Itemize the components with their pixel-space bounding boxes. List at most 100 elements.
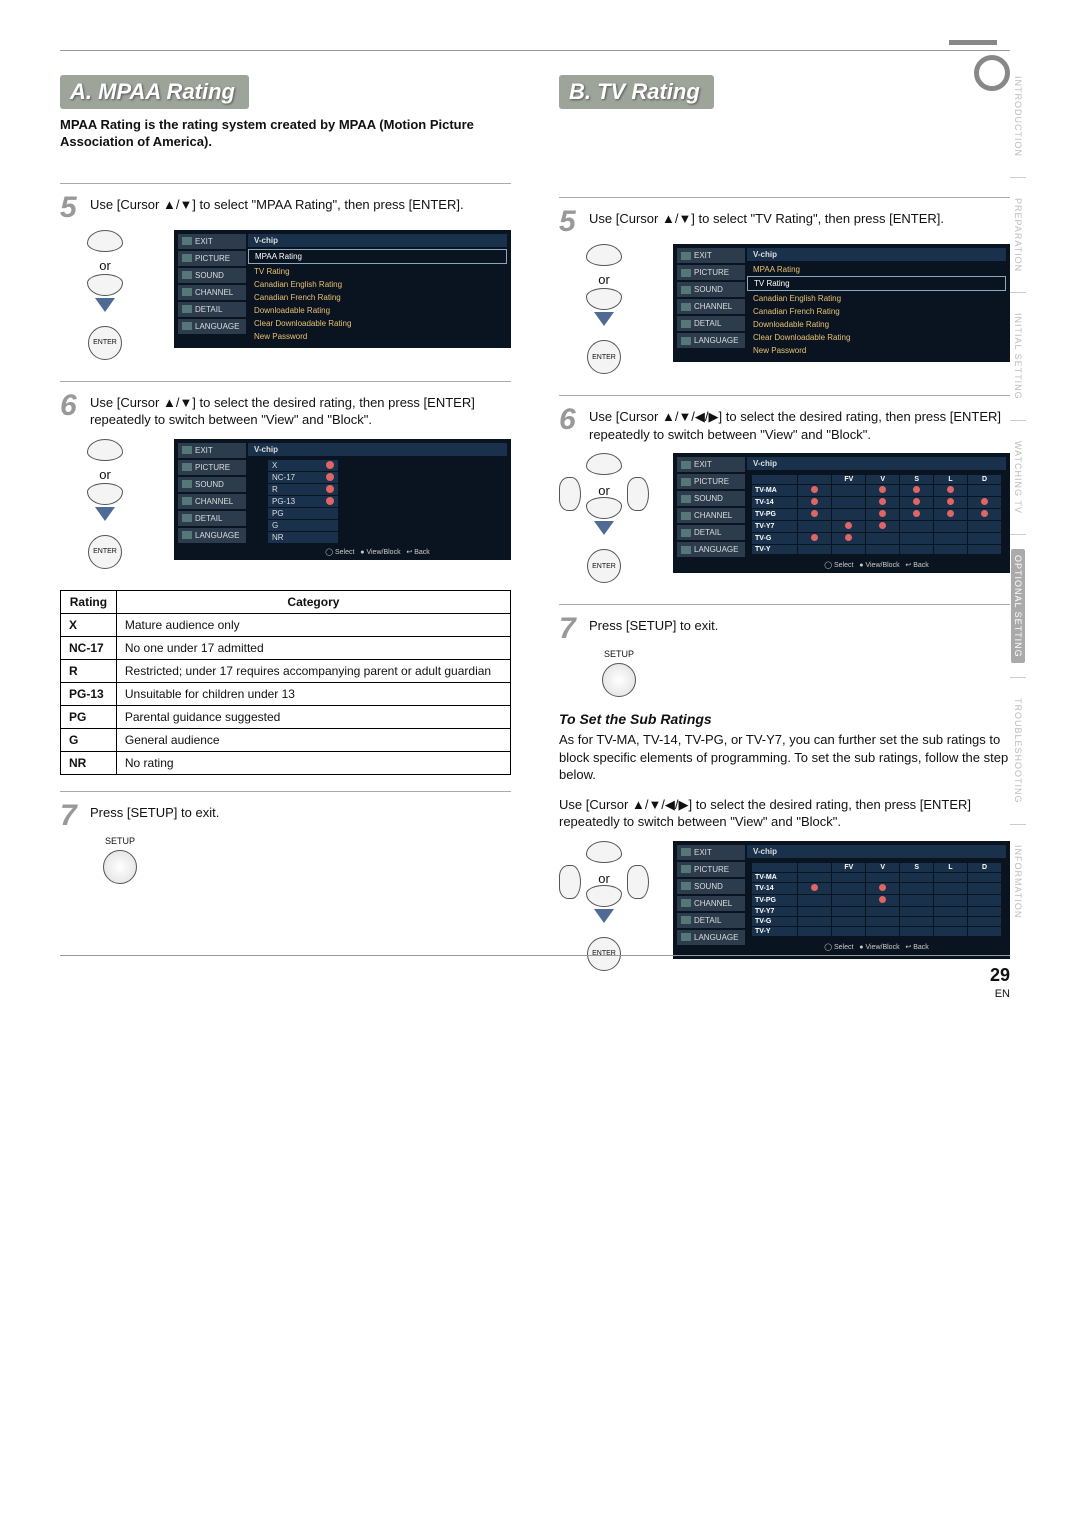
osd-rating-row: NC-17: [268, 472, 338, 484]
osd-nav-icon: [182, 305, 192, 313]
or-label: or: [99, 258, 111, 273]
osd-nav-icon: [182, 480, 192, 488]
block-icon: [947, 498, 954, 505]
block-icon: [326, 497, 334, 505]
step-text: Press [SETUP] to exit.: [589, 617, 1010, 635]
heading-mpaa: A. MPAA Rating: [60, 75, 249, 109]
rating-category: Unsuitable for children under 13: [116, 682, 510, 705]
step-a7: 7 Press [SETUP] to exit.: [60, 804, 511, 828]
block-icon: [913, 510, 920, 517]
rule-bottom: [60, 955, 1010, 956]
remote-updown: or ENTER: [60, 439, 150, 572]
sub-ratings-heading: To Set the Sub Ratings: [559, 711, 1010, 727]
cursor-left-icon: [559, 477, 581, 511]
osd-nav-icon: [681, 252, 691, 260]
step-number: 6: [60, 394, 84, 418]
block-icon: [326, 461, 334, 469]
cursor-down-icon: [586, 288, 622, 310]
osd-nav-item: SOUND: [178, 477, 246, 492]
table-row: GGeneral audience: [61, 728, 511, 751]
down-triangle-icon: [95, 507, 115, 521]
osd-nav-item: EXIT: [677, 845, 745, 860]
osd-rating-row: NR: [268, 532, 338, 544]
cursor-up-icon: [87, 439, 123, 461]
osd-title: V-chip: [747, 248, 1006, 261]
remote-updown: or ENTER: [559, 244, 649, 377]
block-icon: [879, 510, 886, 517]
block-icon: [326, 485, 334, 493]
step-text: Use [Cursor ▲/▼] to select "TV Rating", …: [589, 210, 1010, 228]
osd-footer: ◯ Select ● View/Block ↩ Back: [747, 557, 1006, 569]
setup-button-illustration: SETUP: [589, 649, 649, 697]
sub-ratings-p1: As for TV-MA, TV-14, TV-PG, or TV-Y7, yo…: [559, 731, 1010, 784]
osd-rating-row: X: [268, 460, 338, 472]
column-mpaa: A. MPAA Rating MPAA Rating is the rating…: [60, 75, 511, 992]
side-tab: INFORMATION: [1011, 839, 1025, 924]
side-tab: WATCHING TV: [1011, 435, 1025, 520]
osd-nav-item: LANGUAGE: [178, 319, 246, 334]
block-icon: [879, 884, 886, 891]
side-tab: INITIAL SETTING: [1011, 307, 1025, 406]
side-tabs: INTRODUCTIONPREPARATIONINITIAL SETTINGWA…: [1010, 70, 1026, 924]
osd-tv-grid-a: EXITPICTURESOUNDCHANNELDETAILLANGUAGEV-c…: [673, 453, 1010, 573]
block-icon: [981, 498, 988, 505]
osd-tv-grid: FVVSLDTV-MATV-14TV-PGTV-Y7TV-GTV-Y: [751, 862, 1002, 937]
mpaa-rating-table: Rating Category XMature audience onlyNC-…: [60, 590, 511, 775]
separator: [60, 183, 511, 184]
step-b6: 6 Use [Cursor ▲/▼/◀/▶] to select the des…: [559, 408, 1010, 443]
osd-nav-item: DETAIL: [677, 913, 745, 928]
osd-menu-item: Clear Downloadable Rating: [747, 331, 1006, 344]
block-icon: [947, 486, 954, 493]
or-label: or: [99, 467, 111, 482]
block-icon: [845, 522, 852, 529]
setup-button-illustration: SETUP: [90, 836, 150, 884]
enter-button-icon: ENTER: [587, 340, 621, 374]
cursor-up-icon: [87, 230, 123, 252]
step-a5: 5 Use [Cursor ▲/▼] to select "MPAA Ratin…: [60, 196, 511, 220]
separator: [559, 604, 1010, 605]
osd-rating-row: PG: [268, 508, 338, 520]
tab-separator: [1010, 677, 1026, 678]
block-icon: [811, 510, 818, 517]
heading-tv: B. TV Rating: [559, 75, 714, 109]
remote-updown: or ENTER: [60, 230, 150, 363]
osd-menu-item: New Password: [248, 330, 507, 343]
osd-nav-item: SOUND: [677, 491, 745, 506]
tab-separator: [1010, 824, 1026, 825]
block-icon: [811, 498, 818, 505]
osd-nav-item: CHANNEL: [677, 896, 745, 911]
osd-menu-item: Canadian French Rating: [248, 291, 507, 304]
osd-nav-item: SOUND: [677, 879, 745, 894]
down-triangle-icon: [594, 312, 614, 326]
osd-nav-icon: [182, 254, 192, 262]
cursor-down-icon: [586, 885, 622, 907]
osd-nav-item: EXIT: [677, 457, 745, 472]
setup-button-icon: [602, 663, 636, 697]
rating-category: Mature audience only: [116, 613, 510, 636]
osd-menu-item: Downloadable Rating: [248, 304, 507, 317]
osd-nav-icon: [681, 899, 691, 907]
rating-code: PG: [61, 705, 117, 728]
or-label: or: [598, 871, 610, 886]
rating-category: General audience: [116, 728, 510, 751]
osd-nav-icon: [681, 337, 691, 345]
osd-rating-row: G: [268, 520, 338, 532]
osd-nav-item: LANGUAGE: [178, 528, 246, 543]
osd-rating-row: PG-13: [268, 496, 338, 508]
osd-nav-item: LANGUAGE: [677, 542, 745, 557]
page-number: 29 EN: [990, 965, 1010, 1000]
rating-category: No one under 17 admitted: [116, 636, 510, 659]
rating-code: NC-17: [61, 636, 117, 659]
side-tab: PREPARATION: [1011, 192, 1025, 278]
or-label: or: [598, 272, 610, 287]
osd-menu-item: Downloadable Rating: [747, 318, 1006, 331]
table-row: NC-17No one under 17 admitted: [61, 636, 511, 659]
osd-nav-icon: [681, 478, 691, 486]
osd-nav-item: EXIT: [677, 248, 745, 263]
corner-ornament: [974, 55, 1010, 91]
osd-nav-icon: [681, 546, 691, 554]
osd-nav-item: DETAIL: [178, 511, 246, 526]
cursor-down-icon: [87, 483, 123, 505]
osd-nav-item: EXIT: [178, 443, 246, 458]
osd-nav-icon: [681, 916, 691, 924]
